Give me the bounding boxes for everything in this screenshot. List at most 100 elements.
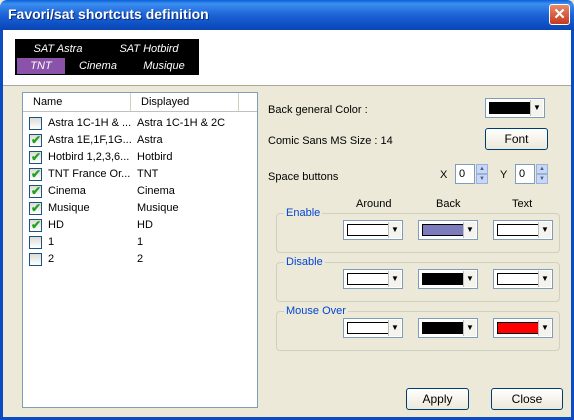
x-spin-input[interactable]: 0 (455, 164, 475, 184)
color-swatch (347, 322, 389, 334)
y-spinner[interactable]: ▲ ▼ (536, 164, 548, 184)
shortcut-tabs: SAT Astra SAT Hotbird TNT Cinema Musique (15, 39, 199, 75)
item-checkbox[interactable]: ✔ (29, 133, 42, 147)
list-item[interactable]: ✔ HD HD (23, 217, 257, 234)
spin-down-icon[interactable]: ▼ (476, 174, 488, 184)
list-item[interactable]: ✔ Cinema Cinema (23, 183, 257, 200)
color-swatch (422, 224, 464, 236)
item-checkbox[interactable] (29, 117, 42, 130)
check-icon: ✔ (31, 150, 42, 164)
item-displayed: 2 (137, 253, 144, 265)
space-buttons-label: Space buttons (268, 171, 339, 183)
shortcut-list[interactable]: Name Displayed Astra 1C-1H & ... Astra 1C… (22, 92, 258, 408)
list-item[interactable]: ✔ Hotbird 1,2,3,6... Hotbird (23, 149, 257, 166)
close-button[interactable]: Close (491, 388, 563, 410)
item-name: Cinema (48, 185, 86, 197)
item-name: 1 (48, 236, 55, 248)
check-icon: ✔ (31, 133, 42, 147)
x-spinner[interactable]: ▲ ▼ (476, 164, 488, 184)
list-item[interactable]: 22 (23, 251, 257, 268)
tab-tnt[interactable]: TNT (17, 58, 65, 74)
chevron-down-icon[interactable]: ▼ (530, 100, 543, 116)
list-item[interactable]: ✔ TNT France Or... TNT (23, 166, 257, 183)
spin-up-icon[interactable]: ▲ (536, 164, 548, 174)
item-checkbox[interactable]: ✔ (29, 184, 42, 198)
item-name: Astra 1C-1H & ... (48, 117, 132, 129)
enable-back-color-picker[interactable]: ▼ (418, 220, 478, 240)
disable-text-color-picker[interactable]: ▼ (493, 269, 553, 289)
item-checkbox[interactable]: ✔ (29, 201, 42, 215)
spin-down-icon[interactable]: ▼ (536, 174, 548, 184)
chevron-down-icon[interactable]: ▼ (538, 222, 551, 238)
color-swatch (347, 224, 389, 236)
disable-around-color-picker[interactable]: ▼ (343, 269, 403, 289)
item-displayed: Hotbird (137, 151, 173, 163)
item-displayed: 1 (137, 236, 144, 248)
item-displayed: Astra 1C-1H & 2C (137, 117, 226, 129)
list-item[interactable]: 11 (23, 234, 257, 251)
tab-musique[interactable]: Musique (131, 58, 197, 74)
back-general-color-label: Back general Color : (268, 104, 368, 116)
spin-up-icon[interactable]: ▲ (476, 164, 488, 174)
apply-button[interactable]: Apply (406, 388, 469, 410)
chevron-down-icon[interactable]: ▼ (538, 271, 551, 287)
mouse-over-text-color-picker[interactable]: ▼ (493, 318, 553, 338)
check-icon: ✔ (31, 167, 42, 181)
back-general-color-picker[interactable]: ▼ (485, 98, 545, 118)
mouse-over-group-title: Mouse Over (284, 305, 348, 318)
item-name: HD (48, 219, 64, 231)
window-title: Favori/sat shortcuts definition (8, 6, 209, 22)
column-around: Around (356, 198, 392, 210)
chevron-down-icon[interactable]: ▼ (538, 320, 551, 336)
chevron-down-icon[interactable]: ▼ (388, 271, 401, 287)
tab-sat-hotbird[interactable]: SAT Hotbird (101, 41, 197, 57)
chevron-down-icon[interactable]: ▼ (463, 222, 476, 238)
chevron-down-icon[interactable]: ▼ (463, 320, 476, 336)
tab-cinema[interactable]: Cinema (67, 58, 129, 74)
color-swatch (497, 322, 539, 334)
list-item[interactable]: ✔ Astra 1E,1F,1G... Astra (23, 132, 257, 149)
item-name: Astra 1E,1F,1G... (48, 134, 132, 146)
tab-sat-astra[interactable]: SAT Astra (17, 41, 99, 57)
title-bar: Favori/sat shortcuts definition ✕ (0, 0, 574, 30)
mouse-over-around-color-picker[interactable]: ▼ (343, 318, 403, 338)
list-item[interactable]: ✔ Musique Musique (23, 200, 257, 217)
x-label: X (440, 169, 448, 181)
enable-group-title: Enable (284, 207, 323, 220)
item-name: 2 (48, 253, 55, 265)
header-name[interactable]: Name (23, 93, 131, 111)
chevron-down-icon[interactable]: ▼ (388, 222, 401, 238)
header-displayed[interactable]: Displayed (131, 93, 239, 111)
item-name: TNT France Or... (48, 168, 131, 180)
item-displayed: Cinema (137, 185, 175, 197)
list-header: Name Displayed (23, 93, 257, 112)
y-spin-input[interactable]: 0 (515, 164, 535, 184)
color-swatch (497, 273, 539, 285)
list-item[interactable]: Astra 1C-1H & ... Astra 1C-1H & 2C (23, 115, 257, 132)
color-swatch (422, 273, 464, 285)
close-icon[interactable]: ✕ (549, 4, 570, 25)
item-displayed: HD (137, 219, 153, 231)
item-checkbox[interactable]: ✔ (29, 150, 42, 164)
enable-text-color-picker[interactable]: ▼ (493, 220, 553, 240)
item-checkbox[interactable]: ✔ (29, 218, 42, 232)
item-displayed: Musique (137, 202, 179, 214)
item-checkbox[interactable] (29, 253, 42, 266)
item-checkbox[interactable]: ✔ (29, 167, 42, 181)
check-icon: ✔ (31, 184, 42, 198)
color-swatch (489, 102, 531, 114)
column-back: Back (436, 198, 461, 210)
item-displayed: TNT (137, 168, 159, 180)
color-swatch (347, 273, 389, 285)
item-checkbox[interactable] (29, 236, 42, 249)
enable-around-color-picker[interactable]: ▼ (343, 220, 403, 240)
mouse-over-back-color-picker[interactable]: ▼ (418, 318, 478, 338)
color-swatch (422, 322, 464, 334)
check-icon: ✔ (31, 218, 42, 232)
chevron-down-icon[interactable]: ▼ (388, 320, 401, 336)
font-button[interactable]: Font (485, 128, 548, 150)
disable-back-color-picker[interactable]: ▼ (418, 269, 478, 289)
chevron-down-icon[interactable]: ▼ (463, 271, 476, 287)
y-label: Y (500, 169, 508, 181)
color-swatch (497, 224, 539, 236)
